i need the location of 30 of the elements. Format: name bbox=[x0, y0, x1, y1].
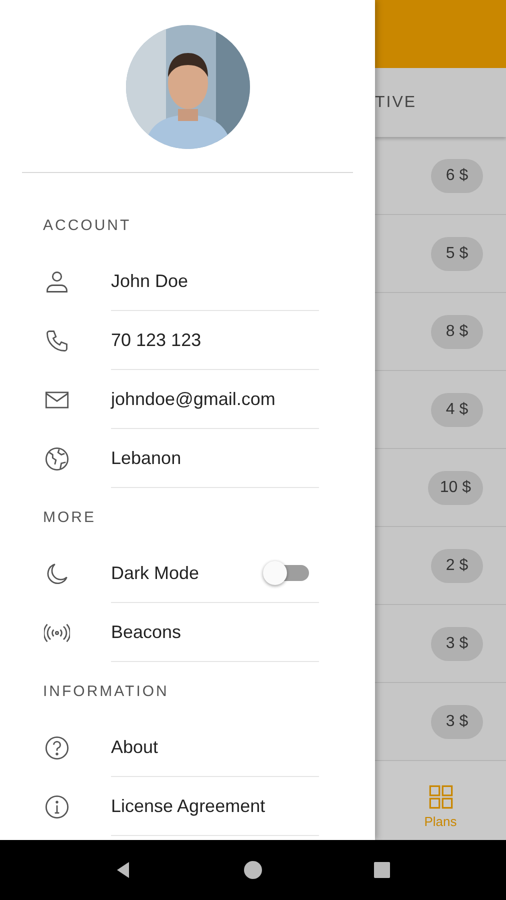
price-badge: 5 $ bbox=[431, 236, 483, 270]
menu-item[interactable]: johndoe@gmail.com bbox=[111, 388, 276, 410]
menu-item[interactable]: 70 123 123 bbox=[111, 330, 202, 350]
person-icon bbox=[44, 268, 70, 294]
recents-icon[interactable] bbox=[372, 860, 392, 880]
price-badge: 3 $ bbox=[431, 704, 483, 738]
section-title: MORE bbox=[43, 509, 97, 526]
info-icon bbox=[44, 794, 70, 820]
menu-item[interactable]: License Agreement bbox=[111, 796, 266, 816]
price-badge: 3 $ bbox=[431, 626, 483, 660]
menu-item[interactable]: Beacons bbox=[111, 622, 182, 642]
price-badge: 8 $ bbox=[431, 314, 483, 348]
tab[interactable]: TIVE bbox=[375, 94, 417, 112]
help-icon bbox=[44, 734, 70, 760]
phone-icon bbox=[44, 328, 70, 354]
price-badge: 4 $ bbox=[431, 392, 483, 426]
menu-item[interactable]: Lebanon bbox=[111, 448, 182, 468]
home-icon[interactable] bbox=[242, 860, 263, 880]
menu-item[interactable]: About bbox=[111, 736, 158, 758]
globe-icon bbox=[44, 446, 70, 472]
section-title: ACCOUNT bbox=[43, 217, 132, 234]
grid-icon bbox=[428, 784, 454, 810]
price-badge: 2 $ bbox=[431, 548, 483, 582]
moon-icon bbox=[44, 560, 70, 586]
menu-item[interactable]: John Doe bbox=[111, 270, 188, 292]
item-label: Dark Mode bbox=[111, 562, 200, 584]
toggle-switch[interactable] bbox=[263, 560, 309, 586]
price-badge: 10 $ bbox=[428, 470, 483, 504]
price-badge: 6 $ bbox=[431, 158, 483, 192]
section-title: INFORMATION bbox=[43, 683, 170, 700]
